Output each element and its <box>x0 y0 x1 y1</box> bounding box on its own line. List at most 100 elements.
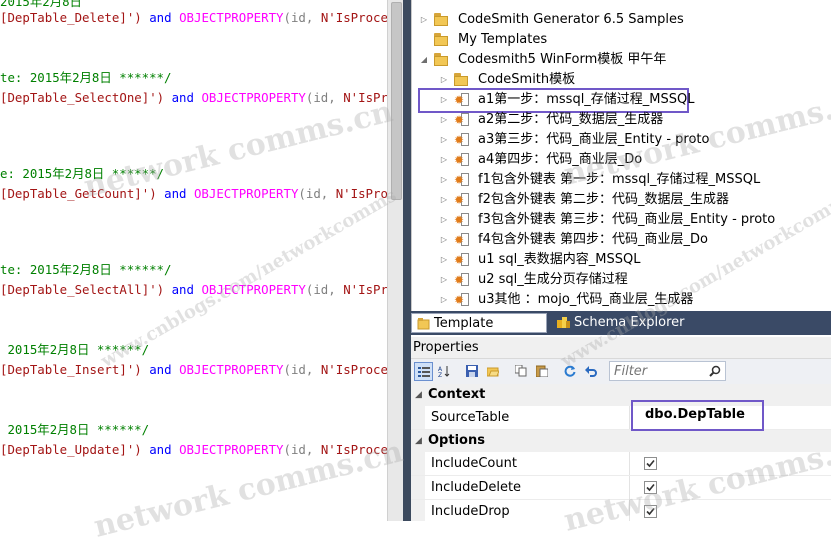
open-folder-icon <box>487 367 499 377</box>
code-line: [DepTable_GetCount]') and OBJECTPROPERTY… <box>0 186 387 202</box>
category-options[interactable]: ◢ Options <box>411 430 831 452</box>
filter-box <box>609 361 726 381</box>
template-file-icon: ✹ <box>454 293 470 307</box>
tree-item[interactable]: ▷ ✹ a3第三步：代码_商业层_Entity - proto <box>412 130 831 150</box>
panel-splitter[interactable] <box>403 0 411 521</box>
sourcetable-value: dbo.DepTable <box>645 407 745 422</box>
expand-arrow-icon[interactable]: ▷ <box>438 250 450 270</box>
code-token: (id, <box>305 90 344 105</box>
copy-button[interactable] <box>512 362 531 381</box>
undo-icon <box>585 366 597 377</box>
property-row-includedrop[interactable]: IncludeDrop <box>411 500 831 521</box>
expand-arrow-icon[interactable]: ▷ <box>438 210 450 230</box>
code-line: [DepTable_Update]') and OBJECTPROPERTY(i… <box>0 442 387 458</box>
property-row-sourcetable[interactable]: SourceTable <box>411 406 831 430</box>
code-comment: te: 2015年2月8日 ******/ <box>0 262 172 277</box>
code-token: OBJECTPROPERTY <box>201 90 306 105</box>
filter-input[interactable] <box>612 363 708 379</box>
open-button[interactable] <box>484 362 503 381</box>
property-row-includedelete[interactable]: IncludeDelete <box>411 476 831 500</box>
template-file-icon: ✹ <box>454 93 470 107</box>
tree-item[interactable]: ▷ ✹ u1 sql_表数据内容_MSSQL <box>412 250 831 270</box>
code-comment: e: 2015年2月8日 ******/ <box>0 166 164 181</box>
tree-item-label: u2 sql_生成分页存储过程 <box>478 272 628 287</box>
expand-arrow-icon[interactable]: ▷ <box>438 290 450 310</box>
expand-arrow-icon[interactable]: ▷ <box>438 150 450 170</box>
paste-icon <box>536 365 548 377</box>
expand-arrow-icon[interactable]: ▷ <box>438 130 450 150</box>
expand-arrow-icon[interactable]: ▷ <box>438 230 450 250</box>
tree-item[interactable]: ▷ ✹ a1第一步：mssql_存储过程_MSSQL <box>412 90 831 110</box>
scrollbar-thumb[interactable] <box>391 2 402 200</box>
tree-item-label: u3其他 ：mojo_代码_商业层_生成器 <box>478 292 694 307</box>
template-explorer-tree[interactable]: ▷ CodeSmith Generator 6.5 Samples My Templ… <box>411 0 831 311</box>
tree-item[interactable]: ▷ ✹ f2包含外键表 第二步：代码_数据层_生成器 <box>412 190 831 210</box>
categorized-button[interactable] <box>414 362 433 381</box>
alphabetical-button[interactable]: AZ <box>435 362 454 381</box>
expand-arrow-icon[interactable]: ▷ <box>438 190 450 210</box>
code-token: (id, <box>305 282 344 297</box>
refresh-icon <box>564 365 576 377</box>
category-options-label: Options <box>428 433 485 448</box>
schema-explorer-icon <box>557 317 570 328</box>
svg-text:Z: Z <box>438 372 442 377</box>
code-token: (id, <box>283 362 321 377</box>
code-line: [DepTable_Delete]') and OBJECTPROPERTY(i… <box>0 10 387 26</box>
editor-vertical-scrollbar[interactable] <box>387 0 404 521</box>
code-token: [DepTable_Delete]') <box>0 10 142 25</box>
template-file-icon: ✹ <box>454 113 470 127</box>
expand-arrow-icon[interactable]: ▷ <box>438 170 450 190</box>
tree-item[interactable]: ▷ CodeSmith Generator 6.5 Samples <box>412 10 831 30</box>
collapse-icon[interactable]: ◢ <box>415 384 422 406</box>
tree-item[interactable]: ▷ ✹ a2第二步：代码_数据层_生成器 <box>412 110 831 130</box>
category-context-label: Context <box>428 387 486 402</box>
tree-item[interactable]: ▷ ✹ a4第四步：代码_商业层_Do <box>412 150 831 170</box>
collapse-arrow-icon[interactable]: ◢ <box>418 50 430 70</box>
includedelete-checkbox[interactable] <box>644 481 657 494</box>
includecount-checkbox[interactable] <box>644 457 657 470</box>
tree-item[interactable]: ▷ ✹ u3其他 ：mojo_代码_商业层_生成器 <box>412 290 831 310</box>
property-row-includecount[interactable]: IncludeCount <box>411 452 831 476</box>
paste-button[interactable] <box>533 362 552 381</box>
code-token: OBJECTPROPERTY <box>179 10 284 25</box>
expand-arrow-icon[interactable]: ▷ <box>438 70 450 90</box>
tree-item[interactable]: ◢ Codesmith5 WinForm模板 甲午年 <box>412 50 831 70</box>
expand-arrow-icon[interactable]: ▷ <box>438 270 450 290</box>
search-icon[interactable] <box>709 365 721 377</box>
tree-item[interactable]: ▷ ✹ u2 sql_生成分页存储过程 <box>412 270 831 290</box>
tree-item[interactable]: ▷ ✹ f4包含外键表 第四步：代码_商业层_Do <box>412 230 831 250</box>
code-editor[interactable]: 2015年2月8日 [DepTable_Delete]') and OBJECTP… <box>0 0 387 521</box>
undo-button[interactable] <box>582 362 601 381</box>
code-token: and <box>141 362 180 377</box>
template-file-icon: ✹ <box>454 273 470 287</box>
tree-item-label: a1第一步：mssql_存储过程_MSSQL <box>478 92 695 107</box>
category-context[interactable]: ◢ Context <box>411 384 831 406</box>
template-file-icon: ✹ <box>454 213 470 227</box>
expand-arrow-icon[interactable]: ▷ <box>438 110 450 130</box>
includedrop-checkbox[interactable] <box>644 505 657 518</box>
save-button[interactable] <box>463 362 482 381</box>
tree-item[interactable]: ▷ ✹ f1包含外键表 第一步：mssql_存储过程_MSSQL <box>412 170 831 190</box>
refresh-button[interactable] <box>561 362 580 381</box>
sourcetable-value-highlight[interactable]: dbo.DepTable <box>631 400 764 431</box>
code-token: (id, <box>283 442 321 457</box>
tree-item[interactable]: ▷ CodeSmith模板 <box>412 70 831 90</box>
tree-item-label: a2第二步：代码_数据层_生成器 <box>478 112 664 127</box>
tree-item[interactable]: My Templates <box>412 30 831 50</box>
code-line: 2015年2月8日 <box>0 0 82 10</box>
checkmark-icon <box>646 459 655 468</box>
tab-schema-explorer[interactable]: Schema Explorer <box>552 313 691 333</box>
tree-item-label: u1 sql_表数据内容_MSSQL <box>478 252 641 267</box>
expand-arrow-icon[interactable]: ▷ <box>438 90 450 110</box>
expand-arrow-icon[interactable]: ▷ <box>418 10 430 30</box>
tab-template-explorer[interactable]: Template Explorer <box>411 313 547 351</box>
code-token: N'IsProce <box>343 90 387 105</box>
property-grid: ◢ Context SourceTable ◢ Options IncludeC… <box>411 384 831 521</box>
tree-item[interactable]: ▷ ✹ f3包含外键表 第三步：代码_商业层_Entity - proto <box>412 210 831 230</box>
code-token: (id, <box>298 186 336 201</box>
copy-icon <box>515 365 527 377</box>
collapse-icon[interactable]: ◢ <box>415 430 422 452</box>
save-icon <box>466 365 478 377</box>
folder-icon <box>434 33 449 46</box>
tree-item-label: f4包含外键表 第四步：代码_商业层_Do <box>478 232 708 247</box>
